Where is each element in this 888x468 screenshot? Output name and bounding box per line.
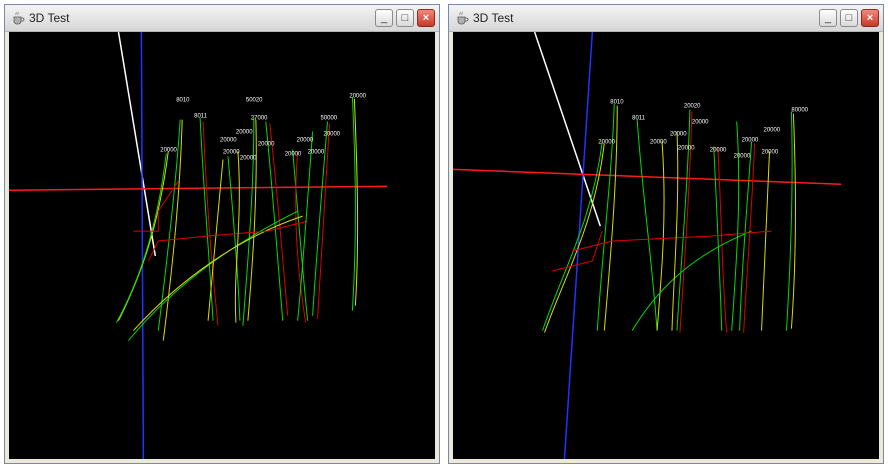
well-label: 20000	[764, 128, 781, 134]
titlebar[interactable]: 3D Test _ □ ×	[5, 5, 439, 32]
well-label: 20000	[692, 120, 709, 126]
well-label: 20000	[678, 145, 695, 151]
3d-viewport[interactable]: 8010 20020 8011 20000 80000 20000 20000 …	[453, 32, 879, 459]
close-button[interactable]: ×	[417, 9, 435, 27]
window-right: 3D Test _ □ × 8010 20020 8011 20000 8000…	[448, 4, 884, 464]
well-label: 20000	[598, 139, 615, 145]
well-label: 8011	[632, 116, 646, 122]
well-label: 20000	[258, 141, 275, 147]
window-title: 3D Test	[29, 11, 70, 25]
well-label: 20000	[297, 137, 314, 143]
x-axis-line	[453, 168, 842, 186]
scene-canvas: 8010 20020 8011 20000 80000 20000 20000 …	[453, 32, 842, 459]
well-label: 20000	[324, 132, 341, 138]
well-label: 8010	[176, 98, 190, 104]
y-axis-line	[140, 32, 145, 459]
x-axis-line	[9, 185, 388, 192]
well-label: 20000	[236, 130, 253, 136]
well-label: 27000	[251, 116, 268, 122]
well-label: 20000	[762, 149, 779, 155]
well-label: 20020	[684, 104, 701, 110]
well-label: 80000	[791, 108, 808, 114]
window-title: 3D Test	[473, 11, 514, 25]
well-label: 20000	[240, 155, 257, 161]
z-axis-line	[117, 32, 157, 257]
maximize-button[interactable]: □	[396, 9, 414, 27]
well-label: 20000	[742, 137, 759, 143]
close-button[interactable]: ×	[861, 9, 879, 27]
3d-viewport[interactable]: 8010 50020 8011 27000 20000 50000 20000 …	[9, 32, 435, 459]
maximize-button[interactable]: □	[840, 9, 858, 27]
window-left: 3D Test _ □ × 8010 50020 8011 27000 2000…	[4, 4, 440, 464]
well-label: 20000	[710, 147, 727, 153]
well-label: 20000	[308, 149, 325, 155]
well-label: 20000	[285, 151, 302, 157]
java-coffee-icon	[457, 11, 469, 25]
well-label: 20000	[160, 147, 177, 153]
well-label: 20000	[220, 137, 237, 143]
well-label: 20000	[650, 139, 667, 145]
well-label: 8010	[610, 100, 624, 106]
well-label: 50000	[321, 116, 338, 122]
well-label: 20000	[223, 149, 240, 155]
well-label: 20000	[734, 153, 751, 159]
titlebar[interactable]: 3D Test _ □ ×	[449, 5, 883, 32]
well-label: 20000	[670, 132, 687, 138]
minimize-button[interactable]: _	[375, 9, 393, 27]
java-coffee-icon	[13, 11, 25, 25]
minimize-button[interactable]: _	[819, 9, 837, 27]
well-label: 8011	[194, 114, 208, 120]
well-label: 50020	[246, 98, 263, 104]
scene-canvas: 8010 50020 8011 27000 20000 50000 20000 …	[9, 32, 388, 459]
well-label: 20000	[349, 94, 366, 100]
